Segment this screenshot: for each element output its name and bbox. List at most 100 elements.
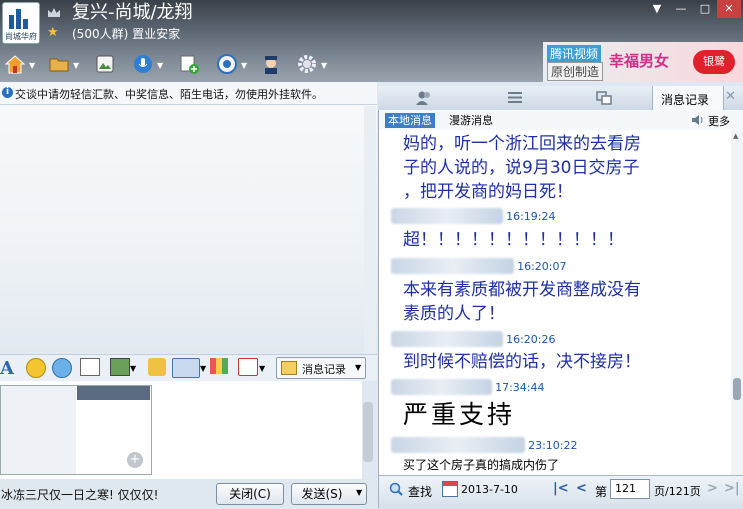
record-dropdown-icon[interactable]: ▼ [259, 364, 265, 382]
shake-icon[interactable] [80, 358, 100, 376]
gear-icon [296, 53, 318, 75]
chart-icon[interactable] [210, 358, 228, 374]
files-button[interactable]: ▼ [46, 52, 82, 78]
message-time: 16:19:24 [506, 210, 556, 223]
magic-emoji-icon[interactable] [52, 358, 72, 378]
message-header: 某某某某(0000000000) 16:20:07 [391, 258, 566, 274]
signature-text: 冰冻三尺仅一日之寒! 仅仅仅! [1, 488, 159, 502]
scrollbar-thumb[interactable] [733, 378, 741, 400]
image-dropdown-icon[interactable]: ▼ [130, 364, 136, 382]
subtab-roam[interactable]: 漫游消息 [449, 113, 493, 128]
search-icon[interactable] [389, 482, 403, 499]
search-label[interactable]: 查找 [408, 483, 432, 500]
record-icon[interactable] [238, 358, 258, 376]
minimize-button[interactable]: — [669, 0, 693, 18]
logo-text: 尚城华府 [5, 32, 37, 41]
notice-text: 交谈中请勿轻信汇款、中奖信息、陌生电话，勿使用外挂软件。 [15, 88, 323, 101]
tab-message-record-label: 消息记录 [661, 93, 710, 107]
sender-redacted: 某某(0000000000) [391, 379, 492, 395]
police-button[interactable] [258, 52, 294, 78]
list-icon [508, 92, 522, 103]
album-icon [94, 53, 116, 75]
screenshot-dropdown-icon[interactable]: ▼ [200, 364, 206, 382]
message-time: 23:10:22 [528, 439, 578, 452]
security-notice: i 交谈中请勿轻信汇款、中奖信息、陌生电话，勿使用外挂软件。 [0, 82, 377, 105]
ad-banner[interactable]: 腾讯视频 原创制造 幸福男女 银鹭 [543, 42, 743, 82]
sender-redacted: 某某某(0000000000) [391, 331, 503, 347]
zoom-in-icon[interactable]: + [127, 452, 143, 468]
first-page-icon[interactable]: |< [553, 481, 569, 496]
message-line: 买了这个房子真的搞成内伤了 [403, 458, 560, 472]
tab-members[interactable] [390, 86, 460, 110]
group-description: (500人群) 置业安家 [72, 27, 181, 41]
gift-icon[interactable] [148, 358, 166, 376]
last-page-icon[interactable]: >| [724, 481, 740, 496]
emoji-icon[interactable] [26, 358, 46, 378]
message-record-label: 消息记录 [302, 363, 346, 376]
page-input-value: 121 [615, 482, 636, 495]
ad-sub: 原创制造 [547, 62, 604, 81]
message-header: 某某某(0000000000) 16:20:26 [391, 331, 555, 347]
history-scrollbar[interactable] [731, 130, 743, 475]
police-icon [260, 53, 282, 75]
next-page-icon[interactable]: > [707, 481, 718, 496]
close-button[interactable]: 关闭(C) [216, 483, 284, 505]
more-link[interactable]: 更多 [708, 113, 730, 129]
page-total: 页/121页 [654, 485, 701, 498]
camera-button[interactable]: ▼ [214, 52, 250, 78]
prev-page-icon[interactable]: < [576, 481, 587, 496]
tab-windows[interactable] [570, 86, 640, 110]
voice-button[interactable]: ▼ [130, 52, 166, 78]
message-line: ，把开发商的妈日死！ [403, 182, 573, 202]
group-avatar[interactable]: 尚城华府 [2, 2, 40, 44]
subtab-local[interactable]: 本地消息 [385, 113, 435, 128]
ad-badge: 银鹭 [693, 50, 735, 74]
date-label[interactable]: 2013-7-10 [461, 483, 518, 496]
close-window-button[interactable]: ✕ [717, 0, 741, 18]
folder-icon [48, 53, 70, 75]
message-history[interactable]: 妈的，听一个浙江回来的去看房 子的人说的，说9月30日交房子 ，把开发商的妈日死… [379, 130, 731, 475]
screenshot-thumbnail[interactable]: + [0, 385, 152, 475]
star-icon: ★ [47, 25, 59, 40]
message-header: 某某某某某(0000000000) 23:10:22 [391, 437, 577, 453]
app-add-icon [178, 53, 200, 75]
message-line: 超！！！！！！！！！！！！ [403, 230, 624, 250]
message-record-button[interactable]: 消息记录 ▼ [276, 357, 366, 379]
image-icon[interactable] [110, 358, 130, 376]
chevron-down-icon: ▼ [355, 363, 362, 372]
ad-title: 幸福男女 [609, 52, 670, 70]
calendar-icon[interactable] [442, 481, 458, 497]
font-icon[interactable]: A [0, 358, 14, 379]
message-time: 16:20:07 [517, 260, 567, 273]
settings-button[interactable]: ▼ [294, 52, 330, 78]
tab-list[interactable] [480, 86, 550, 110]
page-input[interactable]: 121 [610, 479, 650, 499]
speaker-icon[interactable] [691, 114, 705, 129]
ad-brand: 腾讯视频 [547, 45, 602, 62]
message-line: 到时候不赔偿的话，决不接房！ [403, 352, 641, 372]
close-panel-icon[interactable]: ✕ [725, 89, 736, 104]
message-header: 某某某(0000000000) 16:19:24 [391, 208, 555, 224]
menu-dropdown-button[interactable]: ▼ [645, 0, 669, 18]
group-name: 复兴-尚城/龙翔 [72, 2, 193, 23]
input-scrollbar[interactable] [363, 402, 373, 462]
sender-redacted: 某某某某(0000000000) [391, 258, 514, 274]
app-button[interactable] [176, 52, 212, 78]
send-options-dropdown-icon[interactable]: ▼ [356, 488, 362, 497]
members-icon [416, 91, 430, 105]
windows-icon [596, 91, 612, 105]
sender-redacted: 某某某某某(0000000000) [391, 437, 525, 453]
sender-redacted: 某某某(0000000000) [391, 208, 503, 224]
scroll-up-icon[interactable]: ▲ [733, 132, 738, 140]
home-button[interactable]: ▼ [2, 52, 38, 78]
message-header: 某某(0000000000) 17:34:44 [391, 379, 544, 395]
screenshot-icon[interactable] [172, 358, 200, 378]
tab-message-record[interactable]: 消息记录 [652, 86, 724, 110]
message-line: 子的人说的，说9月30日交房子 [403, 158, 640, 178]
chat-messages-area[interactable] [0, 105, 377, 355]
album-button[interactable] [92, 52, 128, 78]
chat-scrollbar[interactable] [364, 106, 376, 356]
message-time: 16:20:26 [506, 333, 556, 346]
chat-pane: i 交谈中请勿轻信汇款、中奖信息、陌生电话，勿使用外挂软件。 A ▼ ▼ ▼ 消… [0, 82, 377, 508]
maximize-button[interactable]: □ [693, 0, 717, 18]
